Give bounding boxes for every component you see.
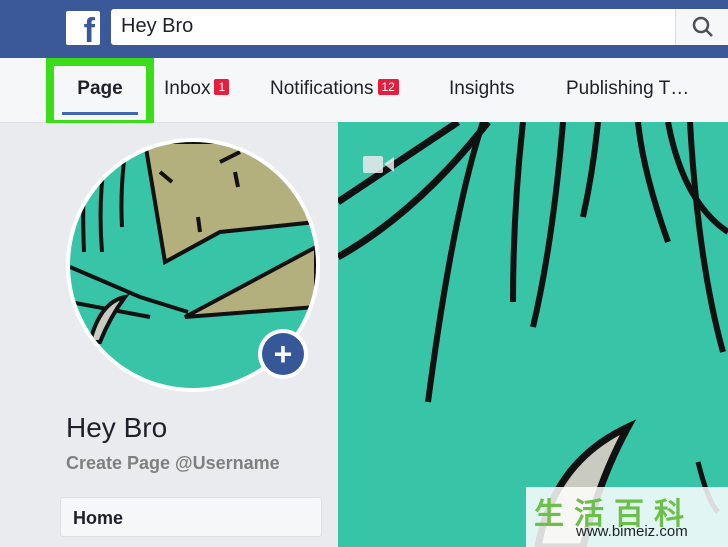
facebook-logo[interactable]: f: [66, 11, 100, 50]
logo-letter: f: [83, 12, 95, 50]
video-camera-icon: [363, 156, 394, 173]
sidebar-item-home-label: Home: [73, 508, 124, 528]
search-button[interactable]: [675, 9, 728, 45]
tab-notifications[interactable]: Notifications 12: [270, 78, 399, 100]
tab-publishing-tools[interactable]: Publishing T…: [566, 78, 689, 100]
create-username-link[interactable]: Create Page @Username: [66, 453, 280, 474]
plus-icon: +: [262, 333, 304, 375]
tab-page-label: Page: [77, 78, 123, 99]
tab-inbox-label: Inbox: [164, 78, 211, 99]
page-title: Hey Bro: [66, 412, 168, 443]
search-value: Hey Bro: [121, 15, 194, 37]
inbox-count-badge: 1: [214, 79, 230, 95]
top-bar: f Hey Bro: [0, 0, 728, 58]
cover-image: [338, 122, 728, 547]
add-photo-button[interactable]: +: [258, 329, 308, 379]
tab-inbox[interactable]: Inbox 1: [164, 78, 230, 100]
search-input[interactable]: Hey Bro: [111, 9, 728, 45]
watermark: 生活百科 www.bimeiz.com: [526, 487, 728, 547]
cover-photo[interactable]: [338, 122, 728, 547]
tab-publishing-tools-label: Publishing T…: [566, 78, 690, 99]
tab-insights[interactable]: Insights: [449, 78, 514, 100]
sidebar-item-home[interactable]: Home: [60, 497, 322, 537]
notifications-count-badge: 12: [377, 79, 399, 95]
tab-insights-label: Insights: [449, 78, 515, 99]
watermark-url: www.bimeiz.com: [576, 523, 688, 540]
tab-page[interactable]: Page: [54, 66, 146, 120]
tab-notifications-label: Notifications: [270, 78, 374, 99]
search-icon: [692, 16, 713, 37]
active-tab-indicator: [62, 112, 138, 115]
